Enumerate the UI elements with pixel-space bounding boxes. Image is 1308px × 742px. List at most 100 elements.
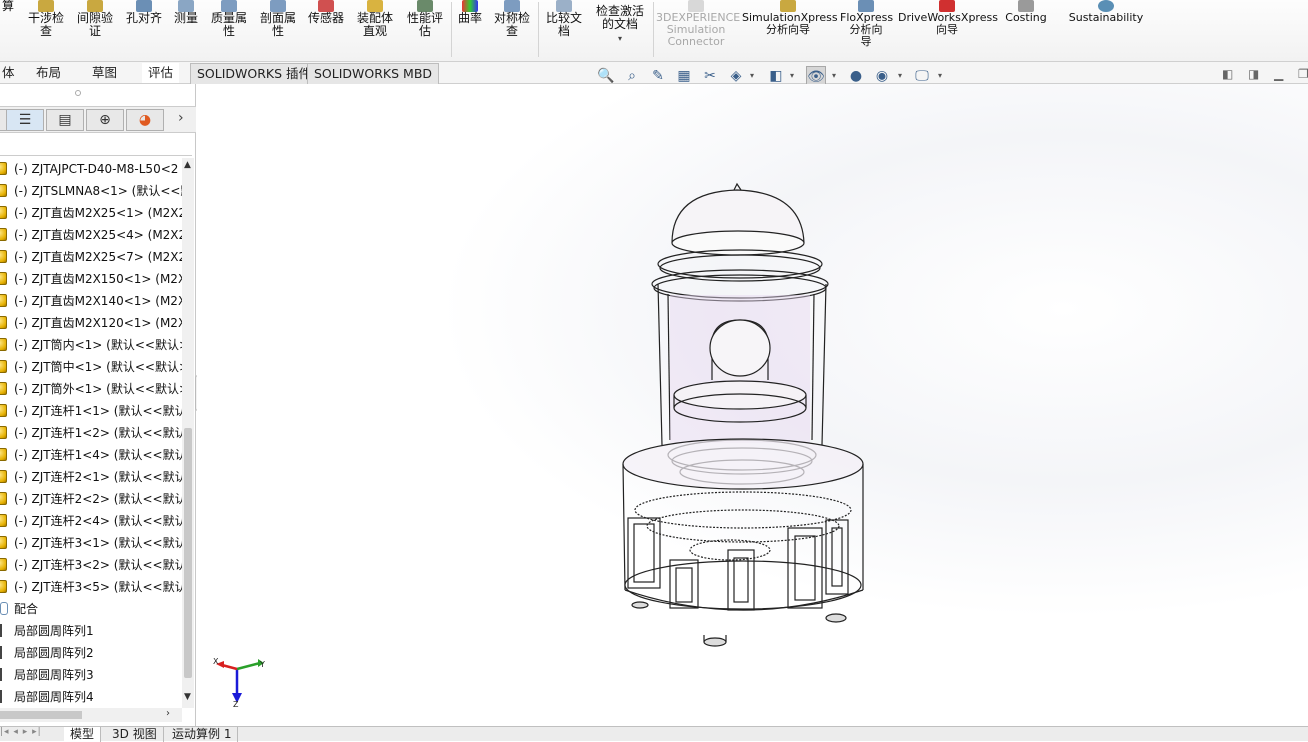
tree-item[interactable]: (-) ZJT直齿M2X150<1> (M2X [0,268,182,290]
hide-show-items-icon[interactable]: 👁 [806,66,826,86]
tree-item[interactable]: (-) ZJT连杆1<2> (默认<<默认 [0,422,182,444]
tree-item[interactable]: (-) ZJT连杆1<1> (默认<<默认 [0,400,182,422]
simulationxpress-button[interactable]: SimulationXpress 分析向导 [742,0,838,36]
view-settings-icon[interactable]: 🖵 [912,66,932,86]
edit-appearance-icon[interactable]: ● [846,66,866,86]
scrollbar-thumb[interactable] [184,428,192,678]
tab-solidworks-addins[interactable]: SOLIDWORKS 插件 [190,63,319,84]
view-orientation-icon[interactable]: ◈ [726,66,746,86]
tree-item-pattern[interactable]: 局部圆周阵列2 [0,642,182,664]
curvature-button[interactable]: 曲率 [455,0,485,25]
performance-evaluation-button[interactable]: 性能评 估 [403,0,447,38]
triad-y-label: Y [259,660,265,669]
feature-manager-tab[interactable]: ☰ [6,109,44,131]
part-icon [0,448,7,461]
tree-item-pattern[interactable]: 局部圆周阵列1 [0,620,182,642]
tree-item[interactable]: (-) ZJT筒中<1> (默认<<默认> [0,356,182,378]
sustainability-button[interactable]: Sustainability [1068,0,1144,24]
tree-item[interactable]: (-) ZJT连杆1<4> (默认<<默认 [0,444,182,466]
bottom-tab-bar: |◂ ◂ ▸ ▸| 模型 3D 视图 运动算例 1 [0,726,1308,742]
assembly-visualization-button[interactable]: 装配体 直观 [353,0,397,38]
circular-pattern-icon [0,624,8,637]
ribbon-button-calc[interactable]: 算 [0,0,16,13]
dynamic-annotation-icon[interactable]: ✂ [700,66,720,86]
tile-left-icon[interactable]: ◧ [1222,67,1233,81]
tree-item[interactable]: (-) ZJT筒内<1> (默认<<默认> [0,334,182,356]
symmetry-check-button[interactable]: 对称检 查 [490,0,534,38]
tree-item[interactable]: (-) ZJTAJPCT-D40-M8-L50<2 [0,158,182,180]
floxpress-button[interactable]: FloXpress 分析向 导 [840,0,893,48]
check-active-document-button[interactable]: 检查激活 的文档 ▾ [591,0,649,45]
tree-item-pattern[interactable]: 局部圆周阵列3 [0,664,182,686]
tree-item[interactable]: (-) ZJT直齿M2X120<1> (M2X [0,312,182,334]
measure-button[interactable]: 测量 [171,0,201,25]
tree-item[interactable]: (-) ZJT筒外<1> (默认<<默认> [0,378,182,400]
tree-item[interactable]: (-) ZJTSLMNA8<1> (默认<<默 [0,180,182,202]
section-view-icon[interactable]: ▦ [674,66,694,86]
interference-detection-button[interactable]: 干涉检 查 [24,0,68,38]
tree-item-pattern[interactable]: 局部圆周阵列4 [0,686,182,706]
tab-motion-study-1[interactable]: 运动算例 1 [166,727,239,742]
sensor-button[interactable]: 传感器 [304,0,348,25]
assembly-model[interactable] [600,180,880,655]
zoom-to-area-icon[interactable]: ⌕ [622,66,642,86]
tab-sketch[interactable]: 草图 [86,63,123,83]
scroll-down-icon[interactable]: ▼ [184,692,191,702]
chevron-down-icon[interactable]: ▾ [832,66,836,86]
apply-scene-icon[interactable]: ◉ [872,66,892,86]
chevron-down-icon[interactable]: ▾ [938,66,942,86]
mass-properties-button[interactable]: 质量属 性 [207,0,251,38]
panel-tabs: ☰ ▤ ⊕ ◕ › [0,106,196,133]
chevron-down-icon[interactable]: ▾ [790,66,794,86]
tree-item[interactable]: (-) ZJT直齿M2X25<1> (M2X2 [0,202,182,224]
tree-item-mates[interactable]: 配合 [0,598,182,620]
tree-item[interactable]: (-) ZJT连杆2<4> (默认<<默认 [0,510,182,532]
zoom-to-fit-icon[interactable]: 🔍 [596,66,616,86]
part-icon [0,536,7,549]
3dexperience-simulation-connector-button[interactable]: 3DEXPERIENCE Simulation Connector [656,0,740,48]
driveworksxpress-button[interactable]: DriveWorksXpress 向导 [898,0,998,36]
tree-filter-input[interactable] [0,134,192,156]
tab-evaluate[interactable]: 评估 [142,63,180,83]
tree-horizontal-scrollbar[interactable]: › [0,708,182,722]
tree-vertical-scrollbar[interactable]: ▲ ▼ [182,158,194,708]
chevron-right-icon[interactable]: › [178,110,184,126]
tile-right-icon[interactable]: ◨ [1248,67,1259,81]
chevron-down-icon[interactable]: ▾ [750,66,754,86]
tab-features[interactable]: 体 [0,63,17,83]
tab-layout[interactable]: 布局 [30,63,67,83]
restore-icon[interactable]: ❐ [1298,67,1308,81]
scroll-right-icon[interactable]: › [166,708,170,719]
panel-grip[interactable] [75,90,81,96]
tab-solidworks-mbd[interactable]: SOLIDWORKS MBD [307,63,440,84]
tree-item[interactable]: (-) ZJT直齿M2X25<4> (M2X2 [0,224,182,246]
clearance-verification-button[interactable]: 间隙验 证 [73,0,117,38]
ribbon-separator [538,2,539,57]
hole-alignment-button[interactable]: 孔对齐 [123,0,165,25]
display-style-icon[interactable]: ◧ [766,66,786,86]
configuration-manager-tab[interactable]: ⊕ [86,109,124,131]
compare-documents-button[interactable]: 比较文 档 [542,0,586,38]
part-icon [0,426,7,439]
display-manager-tab[interactable]: ◕ [126,109,164,131]
tab-model[interactable]: 模型 [64,727,102,742]
part-icon [0,316,7,329]
tree-item[interactable]: (-) ZJT连杆3<1> (默认<<默认 [0,532,182,554]
tree-item[interactable]: (-) ZJT直齿M2X140<1> (M2X [0,290,182,312]
scroll-up-icon[interactable]: ▲ [184,160,191,170]
section-properties-button[interactable]: 剖面属 性 [256,0,300,38]
command-manager-ribbon: 算 干涉检 查 间隙验 证 孔对齐 测量 质量属 性 剖面属 性 传感器 装配体… [0,0,1308,62]
tree-item[interactable]: (-) ZJT连杆2<2> (默认<<默认 [0,488,182,510]
minimize-icon[interactable]: ▁ [1274,67,1283,81]
tree-item[interactable]: (-) ZJT连杆3<2> (默认<<默认 [0,554,182,576]
tab-3d-views[interactable]: 3D 视图 [106,727,164,742]
tree-item[interactable]: (-) ZJT连杆2<1> (默认<<默认 [0,466,182,488]
tree-item[interactable]: (-) ZJT直齿M2X25<7> (M2X2 [0,246,182,268]
chevron-down-icon[interactable]: ▾ [898,66,902,86]
tree-item[interactable]: (-) ZJT连杆3<5> (默认<<默认 [0,576,182,598]
property-manager-tab[interactable]: ▤ [46,109,84,131]
tab-navigation-arrows[interactable]: |◂ ◂ ▸ ▸| [0,727,60,742]
previous-view-icon[interactable]: ✎ [648,66,668,86]
scrollbar-thumb[interactable] [0,711,82,719]
costing-button[interactable]: Costing [1002,0,1050,24]
